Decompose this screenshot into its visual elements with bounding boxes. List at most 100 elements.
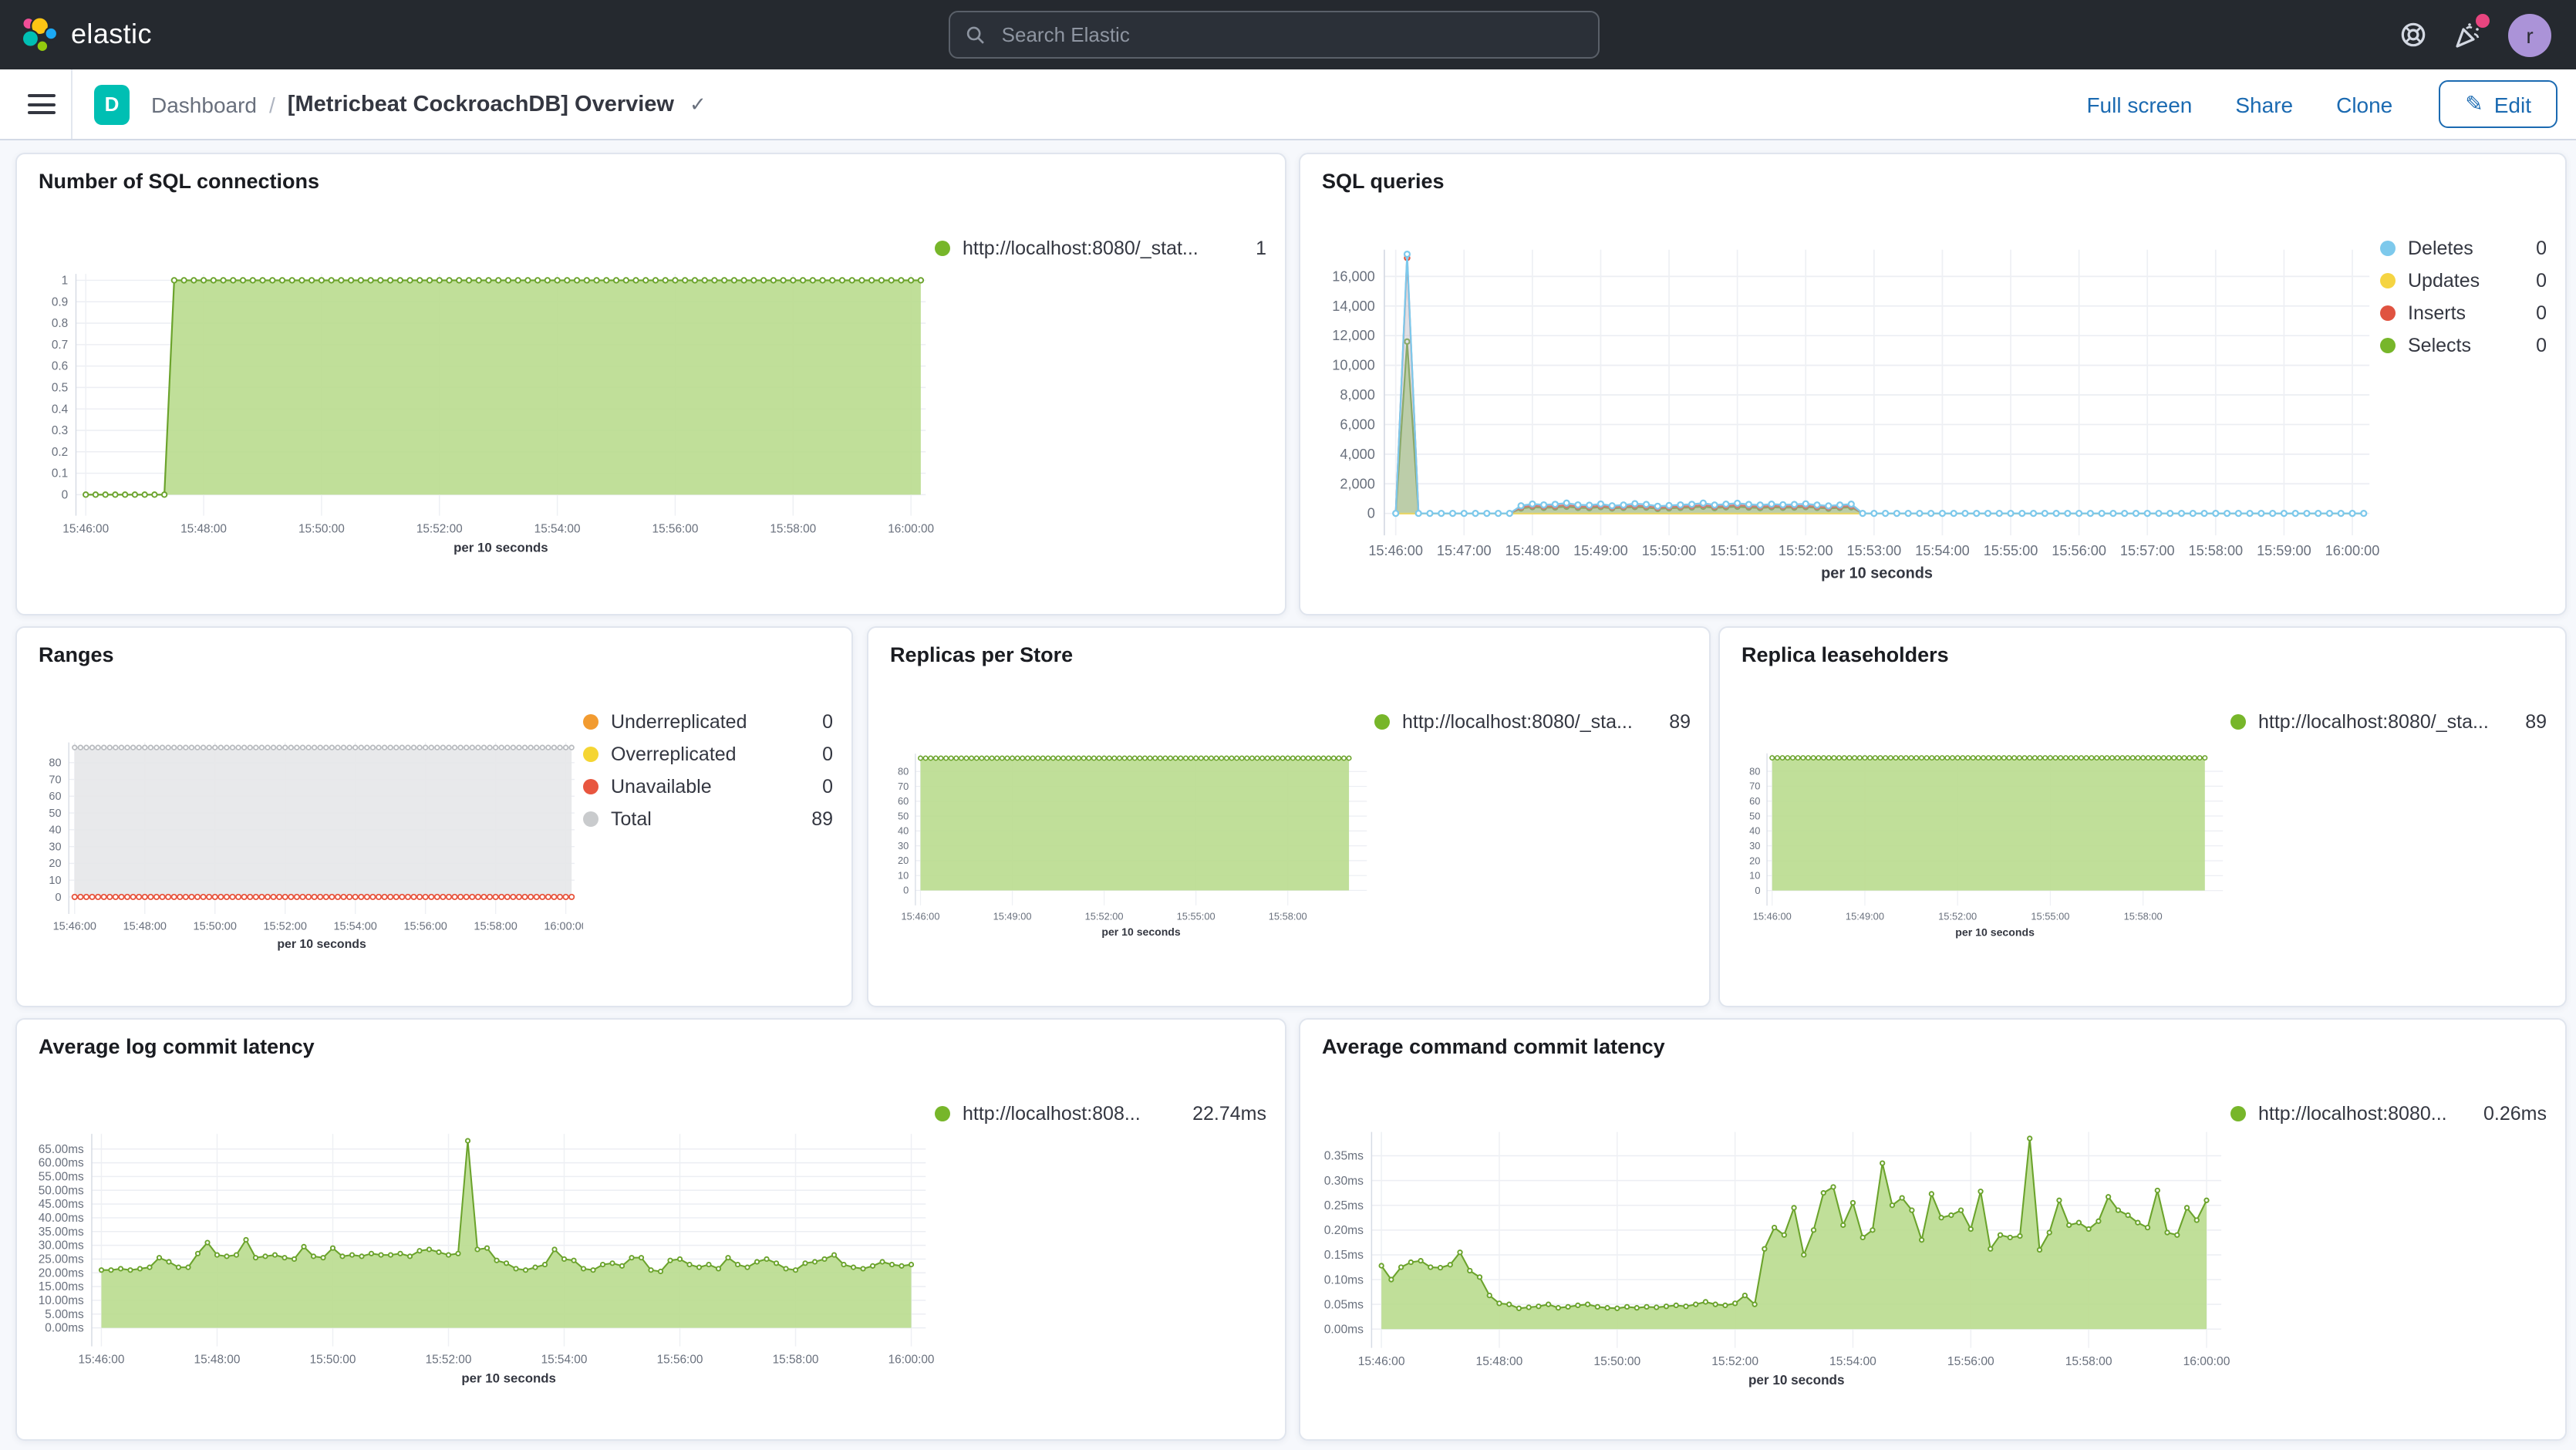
legend-label: Overreplicated — [611, 743, 737, 764]
svg-text:per 10 seconds: per 10 seconds — [453, 541, 548, 555]
legend-item[interactable]: Selects0 — [2380, 329, 2547, 361]
legend-value: 0 — [2520, 334, 2547, 356]
svg-text:0: 0 — [55, 892, 61, 904]
legend-item[interactable]: Total89 — [583, 802, 833, 835]
chart-ranges[interactable]: 0102030405060708015:46:0015:48:0015:50:0… — [26, 680, 583, 1000]
notification-badge — [2476, 13, 2490, 27]
share-button[interactable]: Share — [2235, 92, 2293, 116]
legend-series-dot — [2380, 272, 2396, 288]
edit-button[interactable]: ✎ Edit — [2439, 80, 2557, 128]
legend-series-dot — [583, 746, 598, 761]
panel-title[interactable]: Replicas per Store — [890, 643, 1073, 666]
search-area — [167, 11, 2382, 59]
panel-average-command-commit-latency: Average command commit latency 0.00ms0.0… — [1299, 1018, 2567, 1441]
svg-text:20.00ms: 20.00ms — [39, 1266, 84, 1280]
svg-text:0.25ms: 0.25ms — [1324, 1199, 1364, 1212]
legend-label: http://localhost:8080/_sta... — [2258, 710, 2489, 732]
svg-text:15:54:00: 15:54:00 — [541, 1354, 588, 1367]
chart-number-of-sql-connections[interactable]: 00.10.20.30.40.50.60.70.80.9115:46:0015:… — [26, 207, 935, 608]
svg-text:15:46:00: 15:46:00 — [1358, 1355, 1405, 1368]
svg-text:16,000: 16,000 — [1332, 268, 1375, 284]
svg-text:15:48:00: 15:48:00 — [180, 523, 227, 536]
legend-item[interactable]: Unavailable0 — [583, 770, 833, 802]
svg-text:50: 50 — [1749, 810, 1760, 821]
chart-average-log-commit-latency[interactable]: 0.00ms5.00ms10.00ms15.00ms20.00ms25.00ms… — [26, 1072, 935, 1433]
svg-text:15:54:00: 15:54:00 — [1829, 1355, 1876, 1368]
svg-text:15:50:00: 15:50:00 — [1593, 1355, 1640, 1368]
legend-item[interactable]: Inserts0 — [2380, 296, 2547, 329]
legend-value: 0 — [807, 710, 833, 732]
legend-label: Underreplicated — [611, 710, 747, 732]
user-avatar[interactable]: r — [2508, 13, 2551, 56]
svg-text:50: 50 — [898, 810, 909, 821]
top-header: elastic — [0, 0, 2576, 69]
elastic-logo-link[interactable]: elastic — [19, 15, 152, 55]
global-search[interactable] — [949, 11, 1600, 59]
legend-item[interactable]: http://localhost:8080/_sta...89 — [1374, 705, 1691, 737]
panel-title[interactable]: Average log commit latency — [39, 1035, 315, 1058]
legend-series-dot — [2380, 337, 2396, 352]
panel-number-of-sql-connections: Number of SQL connections 00.10.20.30.40… — [15, 153, 1286, 615]
title-check-icon[interactable]: ✓ — [690, 92, 706, 116]
chart-replicas-per-store[interactable]: 0102030405060708015:46:0015:49:0015:52:0… — [878, 680, 1374, 1000]
legend-item[interactable]: http://localhost:8080/_sta...89 — [2230, 705, 2547, 737]
svg-text:15:58:00: 15:58:00 — [770, 523, 816, 536]
svg-text:15:51:00: 15:51:00 — [1710, 543, 1765, 558]
menu-button[interactable] — [28, 94, 56, 114]
legend-item[interactable]: Underreplicated 0 — [583, 705, 833, 737]
legend-value: 22.74ms — [1177, 1102, 1266, 1124]
panel-title[interactable]: Number of SQL connections — [39, 170, 319, 193]
svg-text:20: 20 — [1749, 855, 1760, 866]
svg-text:15:50:00: 15:50:00 — [194, 921, 237, 933]
panel-replicas-per-store: Replicas per Store 0102030405060708015:4… — [867, 626, 1711, 1007]
svg-text:15:49:00: 15:49:00 — [1573, 543, 1628, 558]
legend-series-dot — [583, 811, 598, 826]
page-title[interactable]: [Metricbeat CockroachDB] Overview — [288, 92, 674, 116]
svg-text:0.00ms: 0.00ms — [1324, 1323, 1364, 1336]
help-button[interactable] — [2397, 19, 2428, 50]
legend-item[interactable]: Updates0 — [2380, 264, 2547, 296]
legend-item[interactable]: http://localhost:8080...0.26ms — [2230, 1097, 2547, 1129]
svg-text:15:50:00: 15:50:00 — [298, 523, 345, 536]
search-input[interactable] — [999, 22, 1583, 48]
panel-title[interactable]: Average command commit latency — [1322, 1035, 1665, 1058]
svg-text:15:49:00: 15:49:00 — [1846, 911, 1884, 922]
legend-series-dot — [1374, 713, 1390, 729]
breadcrumb: Dashboard / [Metricbeat CockroachDB] Ove… — [151, 92, 706, 116]
svg-text:15:54:00: 15:54:00 — [534, 523, 581, 536]
svg-text:15:52:00: 15:52:00 — [264, 921, 307, 933]
legend-value: 0.26ms — [2468, 1102, 2547, 1124]
svg-text:20: 20 — [898, 855, 909, 866]
legend-item[interactable]: Overreplicated0 — [583, 737, 833, 770]
panel-average-log-commit-latency: Average log commit latency 0.00ms5.00ms1… — [15, 1018, 1286, 1441]
svg-text:16:00:00: 16:00:00 — [2325, 543, 2380, 558]
svg-text:0.2: 0.2 — [52, 446, 68, 459]
svg-text:15:47:00: 15:47:00 — [1437, 543, 1492, 558]
chart-replica-leaseholders[interactable]: 0102030405060708015:46:0015:49:0015:52:0… — [1729, 680, 2230, 1000]
svg-text:4,000: 4,000 — [1340, 447, 1374, 462]
whats-new-button[interactable] — [2453, 19, 2483, 50]
svg-text:15:54:00: 15:54:00 — [333, 921, 376, 933]
legend-item[interactable]: http://localhost:808...22.74ms — [935, 1097, 1266, 1129]
panel-title[interactable]: Replica leaseholders — [1741, 643, 1949, 666]
chart-average-command-commit-latency[interactable]: 0.00ms0.05ms0.10ms0.15ms0.20ms0.25ms0.30… — [1310, 1072, 2230, 1433]
svg-text:15:55:00: 15:55:00 — [1177, 910, 1216, 922]
legend-item[interactable]: Deletes0 — [2380, 231, 2547, 264]
clone-button[interactable]: Clone — [2336, 92, 2392, 116]
svg-text:15:55:00: 15:55:00 — [2031, 911, 2069, 922]
full-screen-button[interactable]: Full screen — [2086, 92, 2192, 116]
svg-text:60: 60 — [898, 795, 909, 807]
legend-item[interactable]: http://localhost:8080/_stat...1 — [935, 231, 1266, 264]
chart-sql-queries[interactable]: 02,0004,0006,0008,00010,00012,00014,0001… — [1310, 207, 2380, 608]
svg-text:0.20ms: 0.20ms — [1324, 1224, 1364, 1237]
panel-title[interactable]: Ranges — [39, 643, 114, 666]
panel-title[interactable]: SQL queries — [1322, 170, 1445, 193]
svg-text:50.00ms: 50.00ms — [39, 1184, 84, 1197]
svg-text:15:52:00: 15:52:00 — [416, 523, 463, 536]
svg-text:15:57:00: 15:57:00 — [2120, 543, 2175, 558]
svg-text:per 10 seconds: per 10 seconds — [1821, 565, 1933, 582]
svg-text:25.00ms: 25.00ms — [39, 1253, 84, 1266]
svg-text:5.00ms: 5.00ms — [45, 1308, 84, 1321]
dashboard-badge[interactable]: D — [94, 84, 130, 124]
breadcrumb-dashboard[interactable]: Dashboard — [151, 92, 257, 116]
